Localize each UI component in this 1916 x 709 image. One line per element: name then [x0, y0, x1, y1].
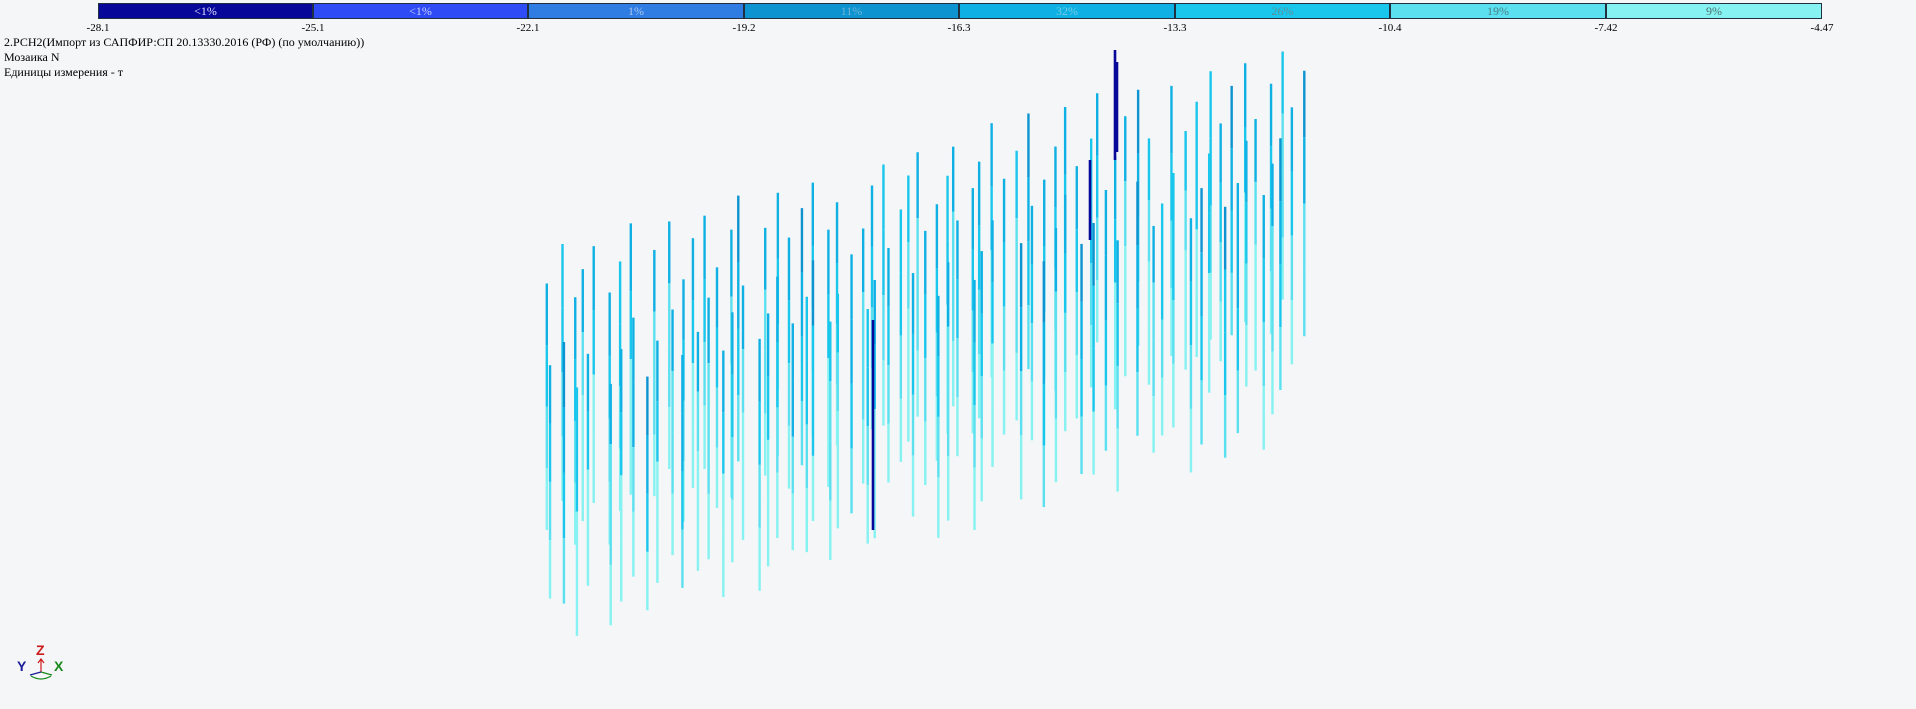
y-axis-line [29, 671, 42, 676]
y-axis-label: Y [17, 658, 27, 674]
x-axis-label: X [54, 658, 64, 674]
model-viewport[interactable] [0, 0, 1916, 709]
axis-triad-lines [29, 658, 53, 680]
axis-triad-icon: Z Y X [17, 642, 64, 680]
z-axis-label: Z [36, 642, 45, 658]
x-axis-line [40, 671, 53, 676]
rotation-arc [30, 675, 52, 680]
